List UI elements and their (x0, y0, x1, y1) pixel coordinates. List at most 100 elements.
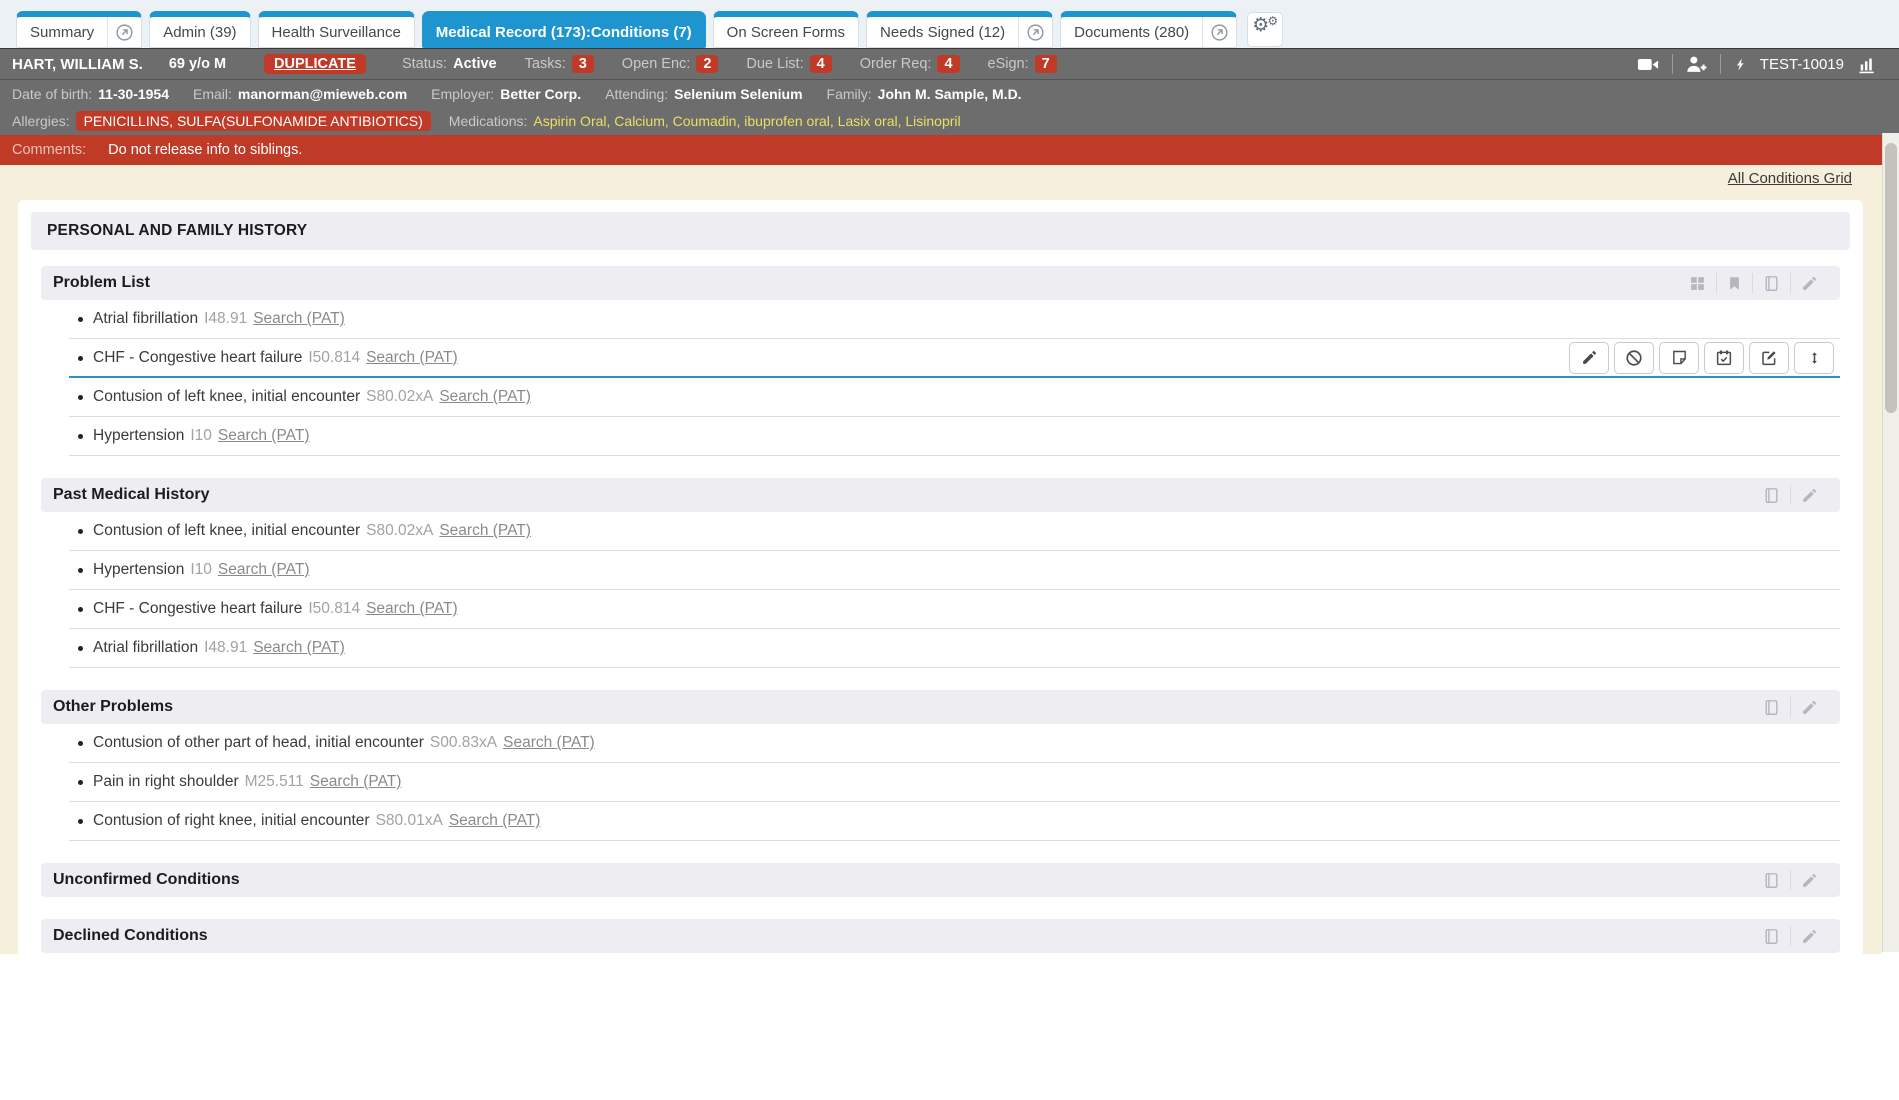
book-icon[interactable] (1753, 275, 1790, 292)
condition-search-link[interactable]: Search (PAT) (253, 310, 345, 328)
condition-search-link[interactable]: Search (PAT) (439, 388, 531, 406)
tab-documents-280[interactable]: Documents (280) (1060, 11, 1237, 48)
condition-code: S00.83xA (430, 734, 497, 752)
popout-arrow-icon[interactable] (1202, 17, 1236, 47)
condition-item[interactable]: Contusion of left knee, initial encounte… (69, 378, 1840, 417)
medication-link[interactable]: Lasix oral (838, 113, 898, 129)
pencil-icon[interactable] (1791, 487, 1828, 504)
condition-item[interactable]: Atrial fibrillation I48.91 Search (PAT) (69, 300, 1840, 339)
gear-small-icon: ⚙ (1267, 15, 1278, 27)
book-icon[interactable] (1753, 487, 1790, 504)
tab-admin-39[interactable]: Admin (39) (149, 11, 250, 48)
book-icon[interactable] (1753, 928, 1790, 945)
tasks-label: Tasks: (525, 56, 566, 72)
book-icon[interactable] (1753, 699, 1790, 716)
popout-arrow-icon[interactable] (107, 17, 141, 47)
due-list-count-badge[interactable]: 4 (810, 55, 832, 73)
conditions-list: Contusion of left knee, initial encounte… (69, 512, 1840, 668)
tab-on-screen-forms[interactable]: On Screen Forms (713, 11, 859, 48)
status-value: Active (453, 56, 497, 72)
note-button[interactable] (1659, 342, 1699, 374)
condition-item[interactable]: Contusion of right knee, initial encount… (69, 802, 1840, 841)
section-header-icons (1753, 926, 1828, 946)
patient-age-sex: 69 y/o M (169, 56, 226, 72)
condition-search-link[interactable]: Search (PAT) (439, 522, 531, 540)
medication-link[interactable]: Coumadin (673, 113, 737, 129)
due-list-label: Due List: (746, 56, 803, 72)
book-icon[interactable] (1753, 872, 1790, 889)
tab-summary[interactable]: Summary (16, 11, 142, 48)
tab-needs-signed-12[interactable]: Needs Signed (12) (866, 11, 1053, 48)
main-panel: PERSONAL AND FAMILY HISTORY Problem List… (18, 200, 1863, 1100)
condition-name: Contusion of left knee, initial encounte… (93, 522, 360, 540)
allergies-badge[interactable]: PENICILLINS, SULFA(SULFONAMIDE ANTIBIOTI… (76, 111, 431, 131)
pencil-icon[interactable] (1791, 872, 1828, 889)
condition-search-link[interactable]: Search (PAT) (503, 734, 595, 752)
section-title: Problem List (53, 274, 150, 292)
duplicate-badge[interactable]: DUPLICATE (264, 54, 366, 74)
pencil-icon[interactable] (1791, 275, 1828, 292)
condition-code: I48.91 (204, 310, 247, 328)
condition-search-link[interactable]: Search (PAT) (310, 773, 402, 791)
section-title: Past Medical History (53, 486, 210, 504)
popout-arrow-icon[interactable] (1018, 17, 1052, 47)
condition-item[interactable]: Pain in right shoulder M25.511 Search (P… (69, 763, 1840, 802)
tab-label: Summary (17, 17, 107, 47)
email-label: Email: (193, 86, 232, 102)
video-camera-icon[interactable] (1637, 56, 1659, 73)
medication-link[interactable]: Calcium (614, 113, 665, 129)
order-req-count-badge[interactable]: 4 (937, 55, 959, 73)
pencil-icon[interactable] (1791, 928, 1828, 945)
condition-search-link[interactable]: Search (PAT) (366, 600, 458, 618)
condition-name: CHF - Congestive heart failure (93, 600, 302, 618)
condition-search-link[interactable]: Search (PAT) (218, 427, 310, 445)
grid-icon[interactable] (1679, 275, 1716, 292)
conditions-section: Declined Conditions (41, 919, 1840, 953)
lightning-bolt-icon[interactable] (1734, 55, 1747, 74)
condition-search-link[interactable]: Search (PAT) (366, 349, 458, 367)
move-vertical-button[interactable] (1794, 342, 1834, 374)
family-value: John M. Sample, M.D. (878, 86, 1022, 102)
condition-search-link[interactable]: Search (PAT) (218, 561, 310, 579)
vertical-scrollbar[interactable] (1882, 133, 1899, 952)
bar-chart-icon[interactable] (1857, 55, 1877, 74)
all-conditions-grid-link[interactable]: All Conditions Grid (1728, 170, 1852, 187)
pencil-button[interactable] (1569, 342, 1609, 374)
section-header: Unconfirmed Conditions (41, 863, 1840, 897)
attending-label: Attending: (605, 86, 668, 102)
open-enc-count-badge[interactable]: 2 (696, 55, 718, 73)
divider (1672, 54, 1673, 74)
comments-label: Comments: (12, 142, 86, 158)
calendar-check-button[interactable] (1704, 342, 1744, 374)
settings-gear-button[interactable]: ⚙⚙ (1247, 12, 1283, 47)
medication-link[interactable]: Aspirin Oral (533, 113, 606, 129)
status-label: Status: (402, 56, 447, 72)
condition-code: I50.814 (308, 600, 360, 618)
condition-search-link[interactable]: Search (PAT) (253, 639, 345, 657)
condition-name: Hypertension (93, 427, 184, 445)
condition-item[interactable]: Contusion of other part of head, initial… (69, 724, 1840, 763)
condition-item[interactable]: Hypertension I10 Search (PAT) (69, 417, 1840, 456)
condition-item[interactable]: Atrial fibrillation I48.91 Search (PAT) (69, 629, 1840, 668)
condition-search-link[interactable]: Search (PAT) (449, 812, 541, 830)
condition-code: I10 (190, 561, 212, 579)
bookmark-icon[interactable] (1717, 275, 1752, 292)
condition-item[interactable]: CHF - Congestive heart failure I50.814 S… (69, 339, 1840, 378)
section-title: Other Problems (53, 698, 173, 716)
tab-medical-record-173-conditions-7[interactable]: Medical Record (173):Conditions (7) (422, 11, 706, 48)
medication-link[interactable]: Lisinopril (905, 113, 960, 129)
condition-item[interactable]: Hypertension I10 Search (PAT) (69, 551, 1840, 590)
pencil-icon[interactable] (1791, 699, 1828, 716)
condition-item[interactable]: CHF - Congestive heart failure I50.814 S… (69, 590, 1840, 629)
order-req-label: Order Req: (860, 56, 932, 72)
tabs-host: Summary Admin (39) Health Surveillance M… (16, 11, 1244, 48)
scrollbar-thumb[interactable] (1885, 143, 1897, 413)
tasks-count-badge[interactable]: 3 (572, 55, 594, 73)
edit-note-button[interactable] (1749, 342, 1789, 374)
condition-item[interactable]: Contusion of left knee, initial encounte… (69, 512, 1840, 551)
add-person-icon[interactable] (1686, 55, 1707, 73)
medication-link[interactable]: ibuprofen oral (744, 113, 830, 129)
ban-button[interactable] (1614, 342, 1654, 374)
tab-health-surveillance[interactable]: Health Surveillance (258, 11, 415, 48)
esign-count-badge[interactable]: 7 (1035, 55, 1057, 73)
